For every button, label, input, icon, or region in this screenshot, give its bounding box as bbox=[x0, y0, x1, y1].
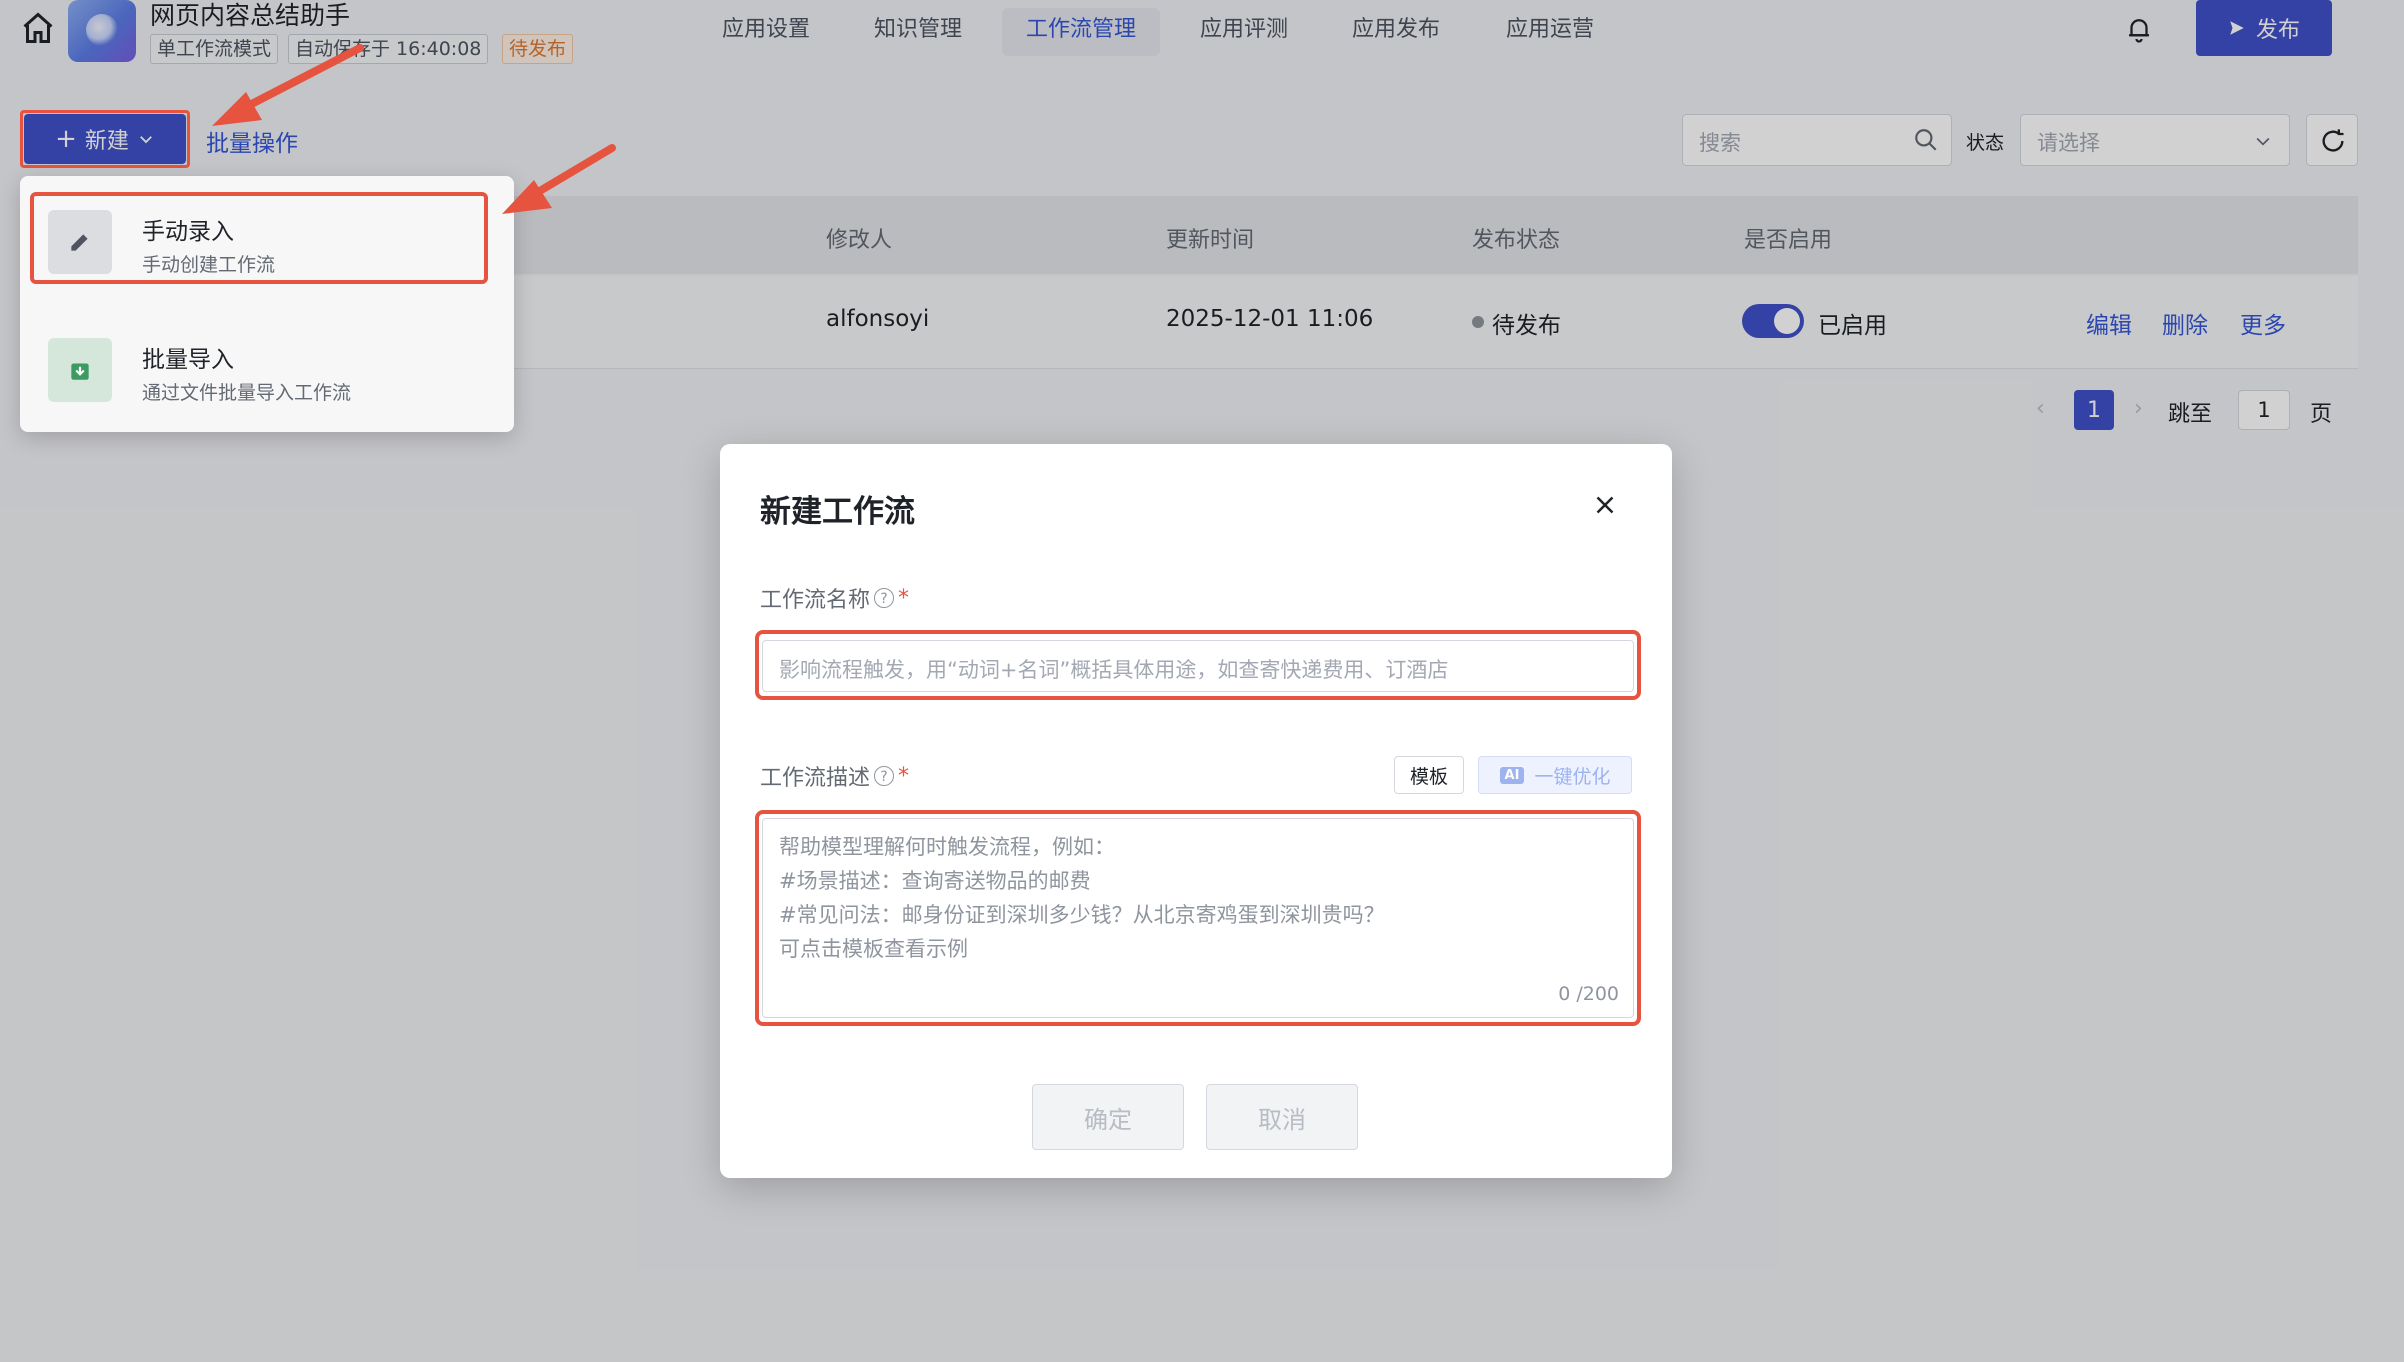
workflow-name-input[interactable]: 影响流程触发，用“动词+名词”概括具体用途，如查寄快递费用、订酒店 bbox=[762, 640, 1634, 692]
confirm-button[interactable]: 确定 bbox=[1032, 1084, 1184, 1150]
close-icon[interactable] bbox=[1590, 490, 1620, 520]
required-mark: * bbox=[898, 763, 910, 789]
dialog-title: 新建工作流 bbox=[760, 494, 915, 530]
import-icon bbox=[48, 338, 112, 402]
desc-placeholder-line: #常见问法：邮身份证到深圳多少钱？从北京寄鸡蛋到深圳贵吗？ bbox=[779, 903, 1385, 927]
new-button-highlight bbox=[20, 110, 190, 168]
ai-optimize-button[interactable]: AI 一键优化 bbox=[1478, 756, 1632, 794]
help-icon[interactable]: ? bbox=[874, 766, 895, 786]
menu-item-subtitle: 通过文件批量导入工作流 bbox=[142, 382, 352, 404]
template-button[interactable]: 模板 bbox=[1394, 756, 1464, 794]
desc-field-label: 工作流描述 ? * bbox=[760, 760, 909, 792]
new-workflow-dialog: 新建工作流 工作流名称 ? * 影响流程触发，用“动词+名词”概括具体用途，如查… bbox=[720, 444, 1672, 1178]
required-mark: * bbox=[898, 585, 910, 611]
menu-item-title: 批量导入 bbox=[142, 347, 234, 373]
desc-placeholder-line: 可点击模板查看示例 bbox=[779, 937, 968, 961]
ai-optimize-label: 一键优化 bbox=[1534, 765, 1611, 788]
workflow-description-textarea[interactable]: 帮助模型理解何时触发流程，例如： #场景描述：查询寄送物品的邮费 #常见问法：邮… bbox=[762, 818, 1634, 1018]
menu-item-batch-import[interactable]: 批量导入 通过文件批量导入工作流 bbox=[30, 318, 504, 428]
name-placeholder: 影响流程触发，用“动词+名词”概括具体用途，如查寄快递费用、订酒店 bbox=[779, 658, 1449, 682]
desc-placeholder-line: 帮助模型理解何时触发流程，例如： bbox=[779, 835, 1115, 859]
desc-label-text: 工作流描述 bbox=[760, 766, 871, 791]
char-counter: 0 /200 bbox=[1558, 983, 1619, 1005]
ai-icon: AI bbox=[1499, 766, 1525, 784]
cancel-button[interactable]: 取消 bbox=[1206, 1084, 1358, 1150]
manual-entry-highlight bbox=[30, 192, 488, 284]
help-icon[interactable]: ? bbox=[874, 588, 895, 608]
name-field-label: 工作流名称 ? * bbox=[760, 582, 909, 614]
name-label-text: 工作流名称 bbox=[760, 588, 871, 613]
desc-placeholder-line: #场景描述：查询寄送物品的邮费 bbox=[779, 869, 1091, 893]
